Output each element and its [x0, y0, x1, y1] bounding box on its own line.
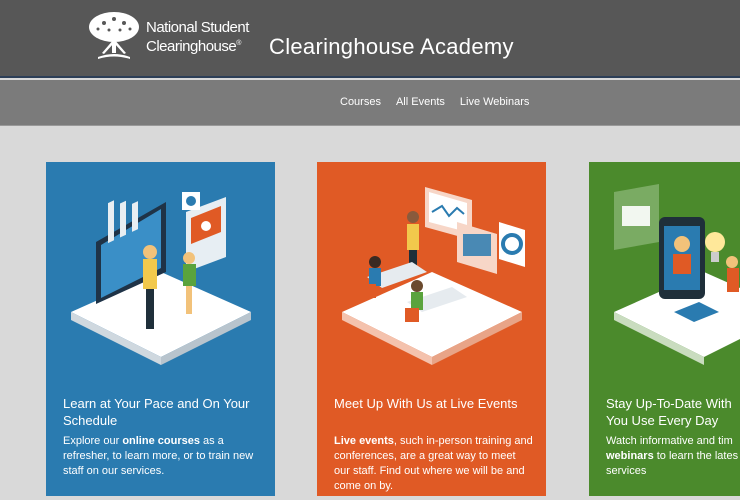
card-title: Meet Up With Us at Live Events: [334, 396, 518, 411]
tree-logo-icon: [89, 12, 139, 59]
card-live-webinars[interactable]: Stay Up-To-Date With You Use Every Day Wa…: [589, 162, 740, 496]
site-title: Clearinghouse Academy: [269, 34, 514, 59]
logo-line-1: National Student: [146, 18, 249, 36]
nav-courses[interactable]: Courses: [340, 96, 381, 108]
card-description: Live events, such in-person training and…: [334, 434, 534, 494]
card-title: Learn at Your Pace and On Your Schedule: [63, 396, 250, 428]
logo-wordmark: National Student Clearinghouse®: [146, 18, 249, 55]
site-header: National Student Clearinghouse® Clearing…: [0, 0, 740, 78]
card-live-events[interactable]: Meet Up With Us at Live Events Live even…: [317, 162, 546, 496]
webinars-link[interactable]: webinars: [606, 450, 654, 462]
main-nav: Courses All Events Live Webinars: [0, 80, 740, 126]
desc-text: Watch informative and tim: [606, 435, 733, 447]
card-description: Explore our online courses as a refreshe…: [63, 434, 263, 479]
live-events-illustration: [342, 187, 525, 365]
nsc-logo[interactable]: National Student Clearinghouse®: [84, 8, 259, 66]
nav-live-webinars[interactable]: Live Webinars: [460, 96, 530, 108]
logo-line-2: Clearinghouse: [146, 37, 237, 55]
online-courses-link[interactable]: online courses: [122, 435, 200, 447]
webinar-illustration: [614, 184, 740, 365]
desc-text: to learn the lates: [653, 450, 739, 462]
live-events-link[interactable]: Live events: [334, 435, 394, 447]
nav-all-events[interactable]: All Events: [396, 96, 445, 108]
card-description: Watch informative and tim webinars to lea…: [606, 434, 740, 479]
card-title-line: You Use Every Day: [606, 413, 719, 428]
desc-text: services: [606, 465, 647, 477]
card-online-courses[interactable]: Learn at Your Pace and On Your Schedule …: [46, 162, 275, 496]
card-title: Stay Up-To-Date With You Use Every Day: [606, 395, 740, 429]
desc-text: Explore our: [63, 435, 123, 447]
online-learning-illustration: [71, 192, 251, 365]
card-title-line: Stay Up-To-Date With: [606, 396, 732, 411]
registered-mark: ®: [236, 39, 241, 47]
